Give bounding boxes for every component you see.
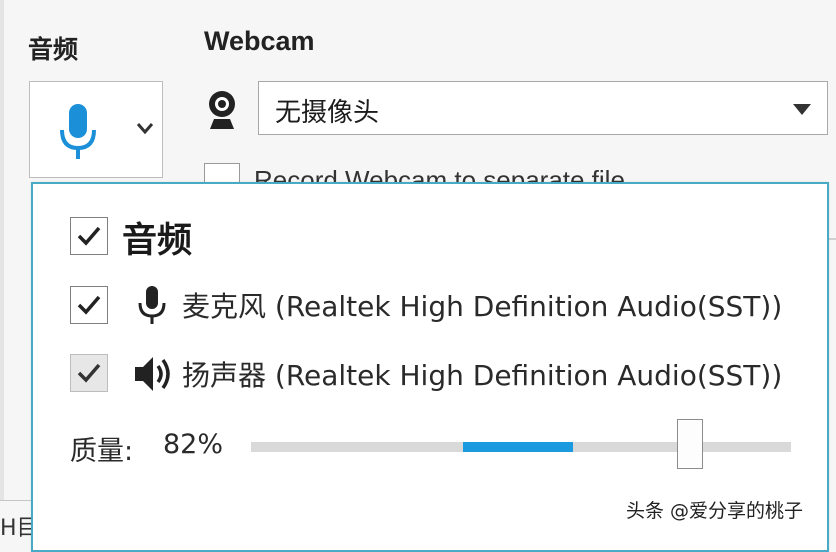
slider-range-highlight [463,442,573,452]
quality-value: 82% [163,429,224,460]
speaker-checkbox[interactable] [70,354,108,392]
speaker-label: 扬声器 (Realtek High Definition Audio(SST)) [182,359,783,392]
speaker-icon [135,357,170,391]
audio-enable-checkbox[interactable] [70,217,108,255]
right-divider [829,238,836,240]
webcam-section-heading: Webcam [204,26,315,56]
dropdown-arrow-icon [793,104,811,115]
chevron-down-icon[interactable] [136,122,154,134]
microphone-checkbox[interactable] [70,286,108,324]
microphone-icon [138,286,166,324]
webcam-select-value: 无摄像头 [275,98,380,128]
quality-label: 质量: [70,436,134,467]
left-panel-divider [0,0,4,500]
slider-thumb[interactable] [677,419,703,469]
audio-enable-label: 音频 [122,221,193,261]
webcam-select[interactable]: 无摄像头 [258,81,828,135]
audio-section-heading: 音频 [28,35,79,64]
audio-device-button[interactable] [29,81,163,178]
watermark: 头条 @爱分享的桃子 [626,500,804,522]
quality-slider[interactable] [251,419,793,469]
microphone-icon [60,104,96,159]
bottom-left-divider [0,500,32,501]
checkmark-icon [77,295,101,315]
checkmark-icon [77,363,101,383]
checkmark-icon [77,226,101,246]
webcam-icon [209,91,235,129]
microphone-label: 麦克风 (Realtek High Definition Audio(SST)) [182,290,783,323]
